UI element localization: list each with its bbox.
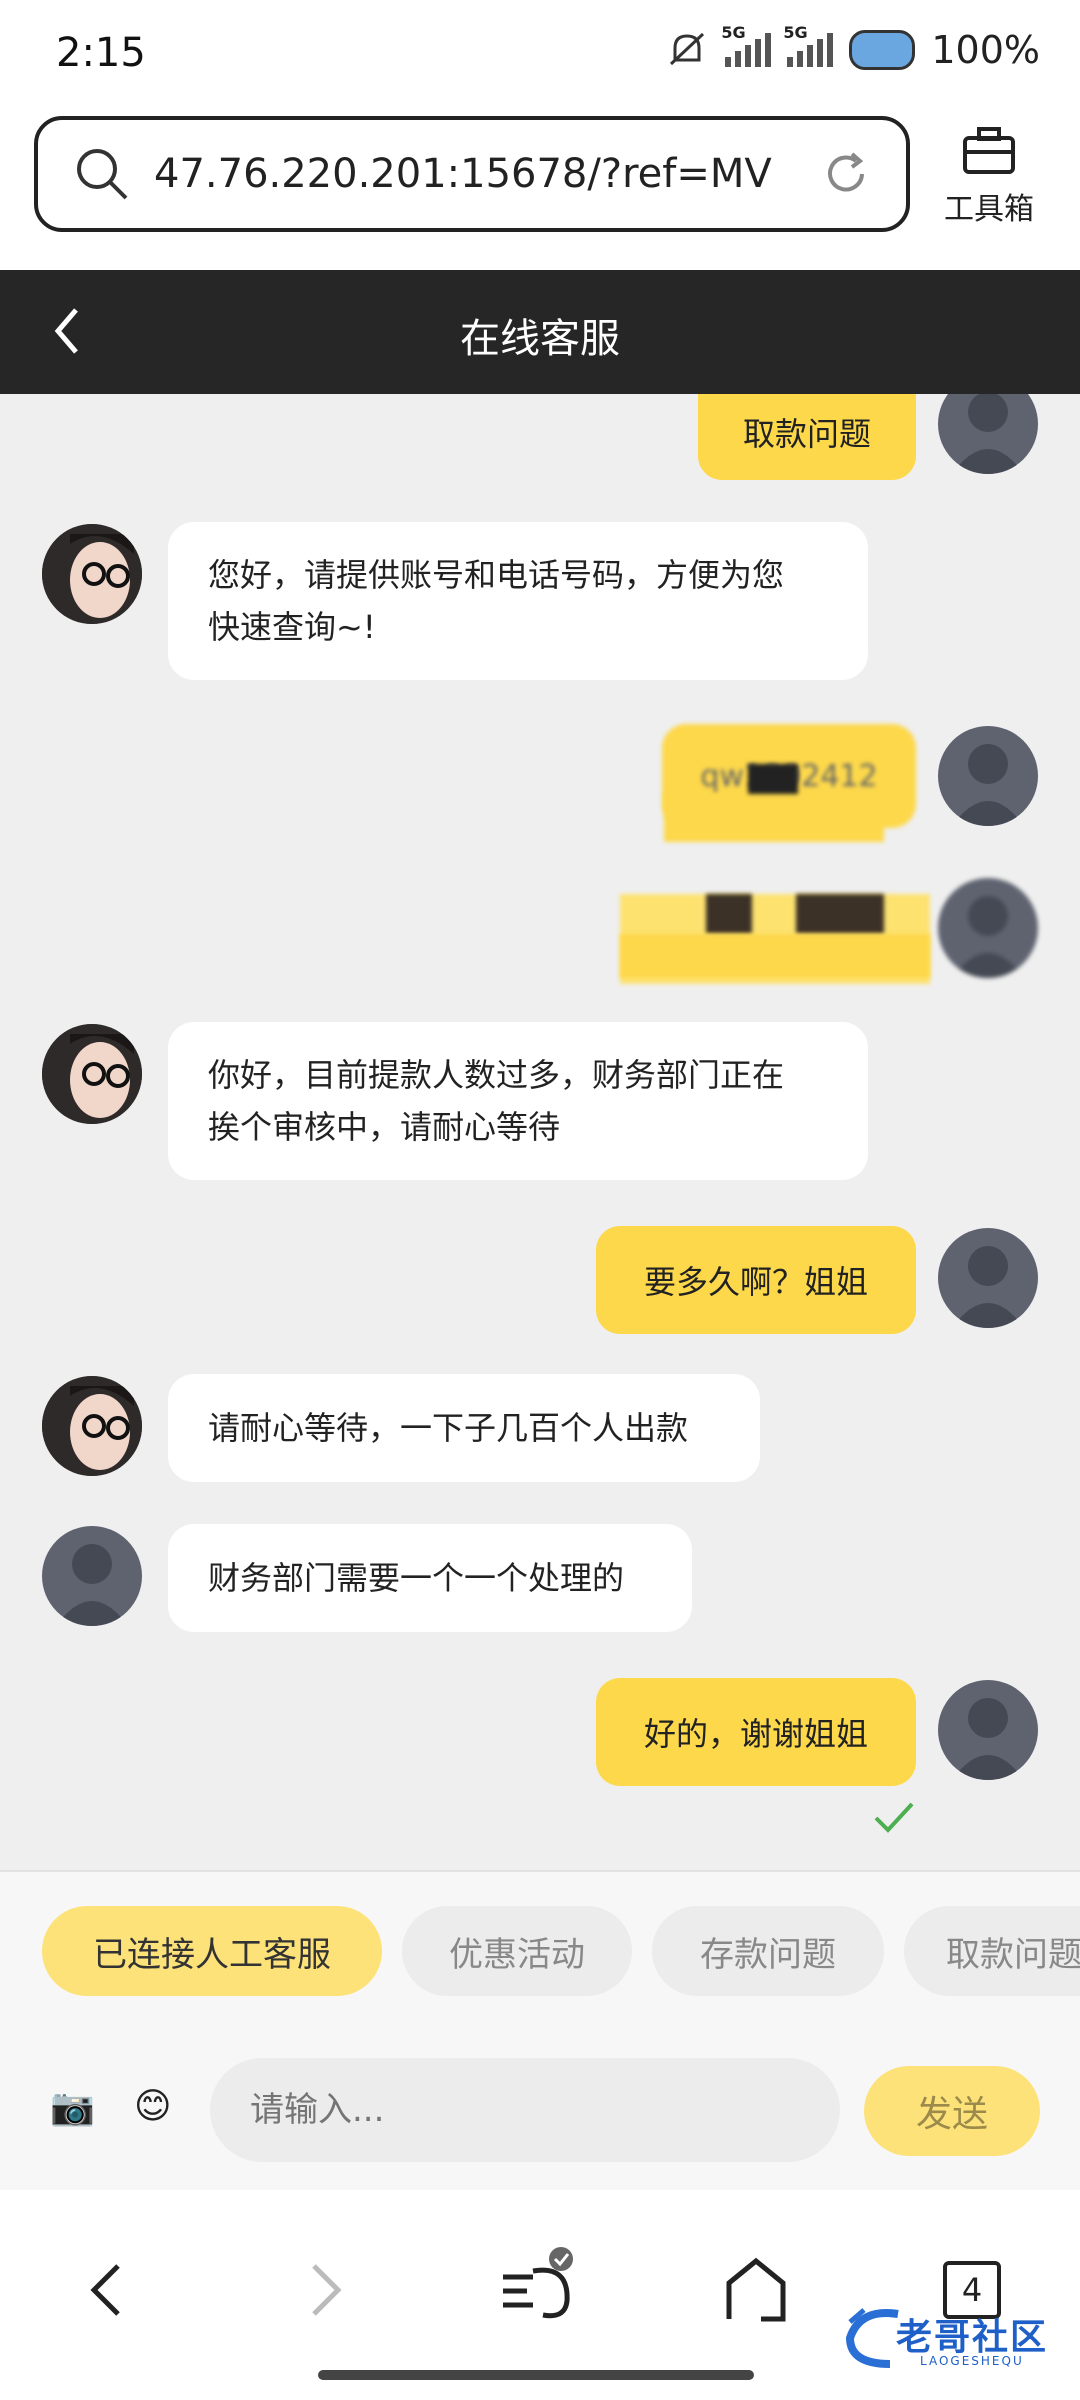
message-bubble-agent: 财务部门需要一个一个处理的 xyxy=(168,1524,692,1632)
message-text: 快速查询~! xyxy=(208,608,376,646)
page-title: 在线客服 xyxy=(460,316,620,362)
nav-menu-button[interactable] xyxy=(488,2240,588,2340)
nav-home-button[interactable] xyxy=(706,2240,806,2340)
user-avatar-icon xyxy=(952,1698,1024,1780)
avatar xyxy=(42,1526,142,1626)
message-text: 要多久啊？姐姐 xyxy=(643,1263,868,1301)
redaction-block xyxy=(664,794,884,842)
message-bubble-agent: 你好，目前提款人数过多，财务部门正在 挨个审核中，请耐心等待 xyxy=(168,1022,868,1180)
agent-photo-icon xyxy=(42,524,142,624)
avatar xyxy=(938,878,1038,978)
avatar xyxy=(42,1376,142,1476)
avatar xyxy=(42,524,142,624)
home-icon xyxy=(726,2257,786,2322)
message-input-row: 📷 😊 发送 xyxy=(0,2028,1080,2190)
message-text: 请耐心等待，一下子几百个人出款 xyxy=(208,1409,689,1447)
address-bar[interactable]: 47.76.220.201:15678/?ref=MVH... xyxy=(34,116,910,232)
message-input[interactable] xyxy=(210,2058,840,2162)
watermark-text: 老哥社区 xyxy=(896,2317,1049,2358)
forward-icon xyxy=(312,2264,342,2316)
agent-photo-icon xyxy=(42,1024,142,1124)
user-avatar-icon xyxy=(952,744,1024,826)
nav-back-button[interactable] xyxy=(56,2240,156,2340)
sent-check-icon xyxy=(874,1802,914,1833)
search-icon xyxy=(77,149,128,200)
user-avatar-icon xyxy=(952,896,1024,978)
status-time: 2:15 xyxy=(56,30,146,76)
avatar xyxy=(938,726,1038,826)
battery-icon xyxy=(849,30,916,70)
message-bubble-user: 要多久啊？姐姐 xyxy=(596,1226,916,1334)
message-text: 挨个审核中，请耐心等待 xyxy=(208,1108,561,1146)
avatar xyxy=(938,1680,1038,1780)
message-text: 取款问题 xyxy=(742,415,871,453)
toolbox-button[interactable]: 工具箱 xyxy=(934,126,1044,228)
message-text: 您好，请提供账号和电话号码，方便为您 xyxy=(208,556,785,594)
user-avatar-icon xyxy=(952,394,1024,474)
home-indicator xyxy=(318,2370,754,2380)
quick-reply-connected[interactable]: 已连接人工客服 xyxy=(42,1906,382,1996)
network-type-label-2: 5G xyxy=(783,23,808,42)
nav-forward-button[interactable] xyxy=(276,2240,376,2340)
quick-reply-bar[interactable]: 已连接人工客服 优惠活动 存款问题 取款问题 xyxy=(0,1870,1080,2030)
message-bubble-agent: 您好，请提供账号和电话号码，方便为您 快速查询~! xyxy=(168,522,868,680)
quick-reply-withdraw[interactable]: 取款问题 xyxy=(904,1906,1080,1996)
mute-icon xyxy=(670,32,705,66)
battery-level: 100% xyxy=(931,28,1040,72)
browser-toolbar: 47.76.220.201:15678/?ref=MVH... 工具箱 xyxy=(0,110,1080,270)
url-text[interactable]: 47.76.220.201:15678/?ref=MVH... xyxy=(154,151,774,197)
redaction-block xyxy=(620,934,930,978)
message-text: 你好，目前提款人数过多，财务部门正在 xyxy=(208,1056,785,1094)
redaction-block xyxy=(706,894,752,934)
signal-icon-2: 5G xyxy=(783,23,834,67)
status-bar: 2:15 5G 5G 100% xyxy=(0,0,1080,110)
message-text: 财务部门需要一个一个处理的 xyxy=(208,1559,625,1597)
watermark-subtext: LAOGESHEQU xyxy=(920,2354,1024,2368)
reload-icon[interactable] xyxy=(820,148,872,200)
avatar xyxy=(938,394,1038,474)
signal-icon: 5G xyxy=(721,23,772,67)
quick-reply-promotions[interactable]: 优惠活动 xyxy=(402,1906,632,1996)
camera-icon[interactable]: 📷 xyxy=(50,2086,95,2128)
message-bubble-agent: 请耐心等待，一下子几百个人出款 xyxy=(168,1374,760,1482)
send-button[interactable]: 发送 xyxy=(864,2066,1040,2156)
status-icons: 5G 5G 100% xyxy=(665,23,1040,72)
network-type-label: 5G xyxy=(721,23,746,42)
avatar xyxy=(938,1228,1038,1328)
back-icon xyxy=(90,2264,120,2316)
toolbox-label: 工具箱 xyxy=(944,192,1034,227)
default-avatar-icon xyxy=(56,1544,128,1626)
emoji-icon[interactable]: 😊 xyxy=(134,2086,172,2127)
message-text: 好的，谢谢姐姐 xyxy=(643,1715,868,1753)
chat-header: 在线客服 xyxy=(0,270,1080,394)
user-avatar-icon xyxy=(952,1246,1024,1328)
avatar xyxy=(42,1024,142,1124)
watermark-logo: 老哥社区 LAOGESHEQU xyxy=(840,2302,1060,2378)
redaction-block xyxy=(796,894,884,934)
message-bubble-user: 好的，谢谢姐姐 xyxy=(596,1678,916,1786)
quick-reply-deposit[interactable]: 存款问题 xyxy=(652,1906,884,1996)
message-bubble-user: 取款问题 xyxy=(698,394,916,480)
menu-icon xyxy=(503,2247,573,2319)
toolbox-icon xyxy=(963,127,1015,174)
agent-photo-icon xyxy=(42,1376,142,1476)
chat-area[interactable]: 取款问题 您好，请提供账号和电话号码，方便为您 快速查询~! qw1992412 xyxy=(0,394,1080,1870)
